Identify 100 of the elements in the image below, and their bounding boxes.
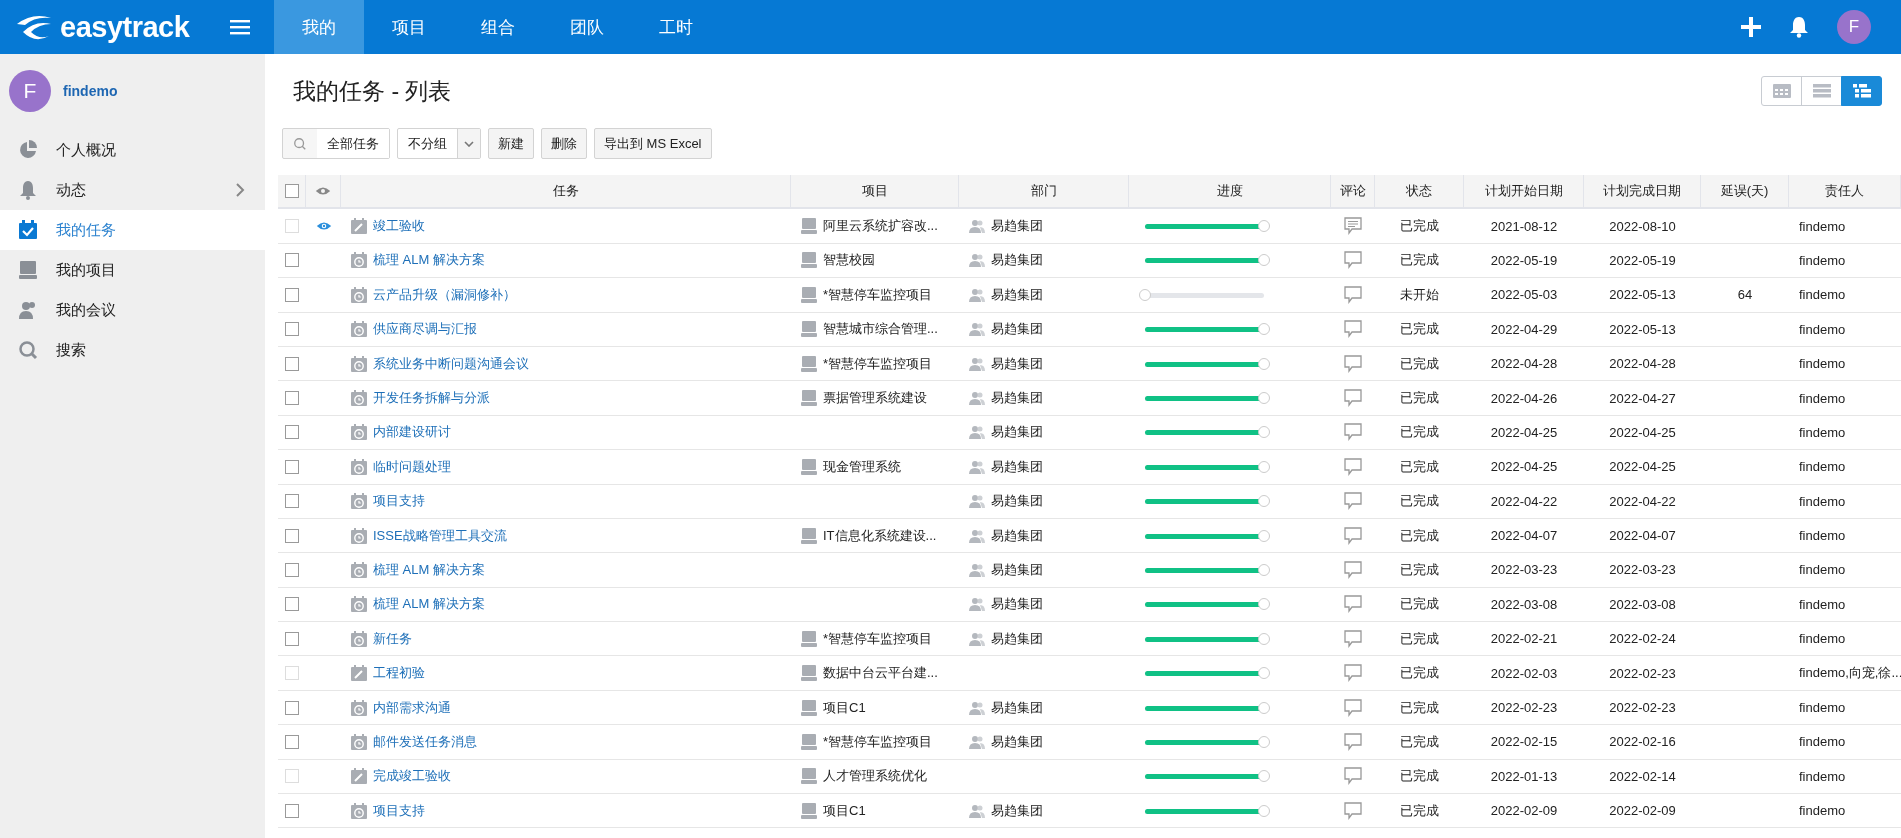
alarm-clock-icon (351, 596, 367, 613)
task-link[interactable]: 邮件发送任务消息 (373, 732, 477, 751)
row-checkbox[interactable] (285, 425, 299, 440)
comment-icon[interactable] (1344, 251, 1362, 270)
nav-tab[interactable]: 我的 (274, 0, 364, 54)
date-cell-text: 2022-05-19 (1608, 251, 1677, 270)
people-icon (969, 321, 985, 338)
alarm-clock-icon (351, 458, 367, 475)
nav-tab[interactable]: 组合 (453, 0, 542, 54)
owner-name: findemo (1799, 803, 1846, 819)
page-title: 我的任务 - 列表 (293, 76, 452, 106)
comment-icon[interactable] (1344, 285, 1362, 304)
people-icon (969, 493, 985, 510)
nav-tab[interactable]: 项目 (364, 0, 453, 54)
task-link[interactable]: 供应商尽调与汇报 (373, 320, 477, 339)
status-text: 已完成 (1399, 629, 1440, 648)
sidebar-item[interactable]: 我的任务 (0, 210, 265, 250)
task-link[interactable]: 项目支持 (373, 801, 425, 820)
task-link[interactable]: 内部需求沟通 (373, 698, 451, 717)
sidebar-item[interactable]: 动态 (0, 170, 265, 210)
task-link[interactable]: ISSE战略管理工具交流 (373, 526, 507, 545)
comment-icon[interactable] (1344, 801, 1362, 820)
people-icon (969, 286, 985, 303)
column-header: 计划完成日期 (1584, 175, 1701, 208)
rows-icon (1811, 84, 1832, 98)
task-link[interactable]: 内部建设研讨 (373, 423, 451, 442)
comment-icon[interactable] (1344, 595, 1362, 614)
status-text: 已完成 (1399, 492, 1440, 511)
task-link[interactable]: 项目支持 (373, 492, 425, 511)
row-checkbox[interactable] (285, 391, 299, 406)
task-link[interactable]: 新任务 (373, 629, 412, 648)
status-text: 已完成 (1399, 251, 1440, 270)
delay-days: 64 (1737, 287, 1753, 303)
row-checkbox[interactable] (285, 459, 299, 474)
row-checkbox[interactable] (285, 528, 299, 543)
comment-icon[interactable] (1344, 629, 1362, 648)
grouping-dropdown[interactable]: 不分组 (397, 128, 481, 159)
row-checkbox[interactable] (285, 803, 299, 818)
status-text: 已完成 (1399, 320, 1440, 339)
task-link[interactable]: 云产品升级（漏洞修补） (373, 285, 516, 304)
sidebar-item[interactable]: 我的会议 (0, 290, 265, 330)
sidebar-item[interactable]: 我的项目 (0, 250, 265, 290)
task-link[interactable]: 系统业务中断问题沟通会议 (373, 354, 529, 373)
owner-name: findemo,向宠,徐... (1799, 664, 1901, 683)
filter-field[interactable]: 全部任务 (282, 128, 390, 159)
task-link[interactable]: 临时问题处理 (373, 457, 451, 476)
row-checkbox[interactable] (285, 631, 299, 646)
comment-icon[interactable] (1344, 423, 1362, 442)
task-link[interactable]: 梳理 ALM 解决方案 (373, 561, 485, 579)
toolbar-button[interactable]: 导出到 MS Excel (594, 128, 712, 159)
owner-name: findemo (1799, 700, 1846, 716)
row-checkbox[interactable] (285, 734, 299, 749)
department-name: 易趋集团 (991, 526, 1043, 545)
department-name: 易趋集团 (991, 320, 1043, 339)
status-text: 已完成 (1399, 561, 1440, 579)
sidebar-item[interactable]: 个人概况 (0, 130, 265, 170)
row-checkbox[interactable] (285, 700, 299, 715)
task-link[interactable]: 开发任务拆解与分派 (373, 389, 490, 408)
chevron-right-icon[interactable] (235, 182, 245, 198)
task-link[interactable]: 梳理 ALM 解决方案 (373, 595, 485, 614)
select-all-checkbox[interactable] (284, 184, 299, 199)
list-view-button[interactable] (1801, 76, 1842, 106)
row-checkbox[interactable] (285, 322, 299, 337)
comment-icon[interactable] (1344, 698, 1362, 717)
owner-name: findemo (1799, 321, 1846, 337)
comment-icon[interactable] (1344, 354, 1362, 373)
toolbar-button[interactable]: 新建 (488, 128, 534, 159)
row-checkbox[interactable] (285, 253, 299, 268)
task-link[interactable]: 梳理 ALM 解决方案 (373, 251, 485, 270)
comment-icon[interactable] (1344, 492, 1362, 511)
comment-icon[interactable] (1344, 526, 1362, 545)
nav-tab[interactable]: 团队 (542, 0, 631, 54)
row-checkbox[interactable] (285, 563, 299, 577)
comment-icon[interactable] (1344, 389, 1362, 408)
comment-icon[interactable] (1344, 561, 1362, 579)
add-icon[interactable] (1741, 17, 1761, 37)
nav-tab[interactable]: 工时 (631, 0, 720, 54)
user-avatar[interactable]: F (1837, 10, 1871, 44)
detail-list-view-button[interactable] (1841, 76, 1882, 106)
row-checkbox[interactable] (285, 356, 299, 371)
comment-icon[interactable] (1344, 320, 1362, 339)
sidebar-item[interactable]: 搜索 (0, 330, 265, 370)
column-header: 项目 (791, 175, 959, 208)
calendar-view-button[interactable] (1761, 76, 1802, 106)
project-icon (801, 321, 817, 338)
notification-bell-icon[interactable] (1789, 16, 1809, 38)
comment-icon[interactable] (1344, 732, 1362, 751)
row-checkbox[interactable] (285, 597, 299, 612)
date-cell-text: 2022-08-10 (1608, 217, 1677, 236)
department-name: 易趋集团 (991, 561, 1043, 579)
user-name[interactable]: findemo (63, 83, 118, 99)
menu-icon[interactable] (230, 19, 250, 35)
row-checkbox[interactable] (285, 494, 299, 509)
people-icon (969, 424, 985, 441)
alarm-clock-icon (351, 699, 367, 716)
row-checkbox[interactable] (285, 287, 299, 302)
comment-icon[interactable] (1344, 457, 1362, 476)
caret-icon[interactable] (464, 140, 474, 147)
toolbar-button[interactable]: 删除 (541, 128, 587, 159)
owner-name: findemo (1799, 493, 1846, 509)
